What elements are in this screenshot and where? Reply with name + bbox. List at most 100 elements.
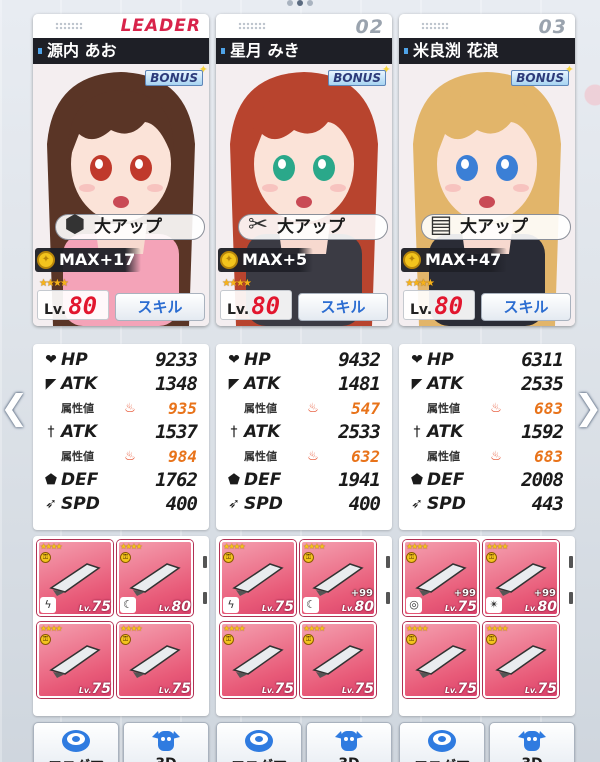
level-value: 80: [251, 292, 281, 320]
enigma-icon: [62, 730, 90, 752]
ability-up-label: 大アップ: [460, 217, 528, 237]
equipment-slot[interactable]: ★★★★ ⚿ Lv.75: [483, 622, 559, 698]
equipment-level: Lv.75: [444, 681, 477, 697]
skill-button[interactable]: スキル: [298, 293, 388, 321]
def-value: 1762: [155, 469, 198, 491]
limit-break-label: ✦ MAX+5: [218, 248, 314, 272]
enigma-label: エニグマ: [34, 756, 118, 762]
drag-handle[interactable]: [238, 22, 266, 30]
party-member-column: LEADER 源内 あお BONUS ✦ ⬢ 大アップ ✦ MAX+17 ★★★…: [33, 14, 209, 762]
limit-break-label: ✦ MAX+17: [35, 248, 142, 272]
mascot-3d-icon: [335, 731, 363, 751]
equipment-slot[interactable]: ★★★★ ⚿ +99 ☾ Lv.80: [300, 540, 376, 616]
equipment-level-value: 75: [171, 681, 191, 697]
slot-label: 02: [355, 16, 384, 38]
sword-icon: †: [413, 424, 421, 440]
equipment-slot[interactable]: ★★★★ ⚿ Lv.75: [220, 622, 296, 698]
equipment-slot[interactable]: ★★★★ ⚿ +99 ✴ Lv.80: [483, 540, 559, 616]
ability-up-pill: ✂ 大アップ: [238, 210, 388, 240]
view-3d-button[interactable]: 3D: [123, 722, 209, 762]
skill-button[interactable]: スキル: [481, 293, 571, 321]
equipment-level-value: 75: [274, 599, 294, 615]
equipment-art-icon: [232, 563, 284, 596]
equipment-slot[interactable]: ★★★★ ⚿ ϟ Lv.75: [220, 540, 296, 616]
rarity-stars-icon: ★★★★: [406, 542, 429, 551]
action-buttons: エニグマ 3D: [216, 722, 392, 762]
melee-attr-label: 属性値: [427, 450, 460, 463]
enigma-button[interactable]: エニグマ: [216, 722, 302, 762]
page-dot-active: [297, 0, 303, 6]
character-card[interactable]: LEADER 源内 あお BONUS ✦ ⬢ 大アップ ✦ MAX+17 ★★★…: [33, 14, 209, 326]
view-3d-label: 3D: [490, 756, 574, 762]
equipment-level-value: 75: [354, 681, 374, 697]
drag-handle[interactable]: [421, 22, 449, 30]
ability-up-label: 大アップ: [277, 217, 345, 237]
equipment-slot[interactable]: ★★★★ ⚿ Lv.75: [300, 622, 376, 698]
character-card[interactable]: 02 星月 みき BONUS ✦ ✂ 大アップ ✦ MAX+5 ★★★★ Lv.…: [216, 14, 392, 326]
character-card[interactable]: 03 米良渕 花浪 BONUS ✦ ▤ 大アップ ✦ MAX+47 ★★★★ L…: [399, 14, 575, 326]
enigma-icon: [428, 730, 456, 752]
equipment-slot[interactable]: ★★★★ ⚿ Lv.75: [403, 622, 479, 698]
stats-panel: ❤ HP 6311 ◤ ATK 2535 属性値 ♨ 683 † ATK 1592 属性値 ♨ 68…: [399, 344, 575, 530]
enigma-button[interactable]: エニグマ: [399, 722, 485, 762]
view-3d-button[interactable]: 3D: [306, 722, 392, 762]
hp-value: 9233: [155, 349, 198, 371]
equipment-level: Lv.75: [524, 681, 557, 697]
level-badge: Lv.80: [37, 290, 109, 320]
rarity-stars-icon: ★★★★: [39, 278, 69, 289]
prev-arrow-icon[interactable]: ❮: [0, 388, 29, 428]
ability-up-pill: ▤ 大アップ: [421, 210, 571, 240]
level-badge: Lv.80: [220, 290, 292, 320]
ranged-atk-label: ATK: [61, 374, 98, 394]
spd-value: 443: [531, 493, 564, 515]
equipment-slot[interactable]: ★★★★ ⚿ +99 ◎ Lv.75: [403, 540, 479, 616]
enigma-label: エニグマ: [400, 756, 484, 762]
view-3d-button[interactable]: 3D: [489, 722, 575, 762]
level-prefix: Lv.: [44, 302, 67, 318]
equipment-slot[interactable]: ★★★★ ⚿ ☾ Lv.80: [117, 540, 193, 616]
equipment-slot[interactable]: ★★★★ ⚿ ϟ Lv.75: [37, 540, 113, 616]
skill-button[interactable]: スキル: [115, 293, 205, 321]
rarity-stars-icon: ★★★★: [405, 278, 435, 289]
ranged-atk-label: ATK: [244, 374, 281, 394]
enhance-plus: +99: [453, 588, 476, 599]
enigma-label: エニグマ: [217, 756, 301, 762]
next-arrow-icon[interactable]: ❯: [574, 388, 600, 428]
equipment-art-icon: [312, 645, 364, 678]
view-3d-label: 3D: [124, 756, 208, 762]
spd-label: SPD: [244, 494, 283, 514]
party-member-column: 03 米良渕 花浪 BONUS ✦ ▤ 大アップ ✦ MAX+47 ★★★★ L…: [399, 14, 575, 762]
equipment-level-value: 80: [354, 599, 374, 615]
star-coin-icon: ✦: [37, 251, 55, 269]
equipment-level: Lv.75: [341, 681, 374, 697]
rarity-stars-icon: ★★★★: [223, 542, 246, 551]
character-name: 源内 あお: [33, 38, 209, 64]
enhance-plus: +99: [533, 588, 556, 599]
star-coin-icon: ✦: [220, 251, 238, 269]
rarity-stars-icon: ★★★★: [120, 542, 143, 551]
ranged-attr-label: 属性値: [427, 402, 460, 415]
rarity-stars-icon: ★★★★: [486, 542, 509, 551]
rarity-stars-icon: ★★★★: [486, 624, 509, 633]
def-value: 2008: [521, 469, 564, 491]
gun-icon: ◤: [411, 376, 423, 392]
equipment-slot[interactable]: ★★★★ ⚿ Lv.75: [37, 622, 113, 698]
page-dot: [307, 0, 313, 6]
level-prefix: Lv.: [227, 302, 250, 318]
drag-handle[interactable]: [55, 22, 83, 30]
spd-label: SPD: [61, 494, 100, 514]
spd-value: 400: [165, 493, 198, 515]
star-coin-icon: ✦: [403, 251, 421, 269]
equipment-slot[interactable]: ★★★★ ⚿ Lv.75: [117, 622, 193, 698]
ranged-attr-label: 属性値: [61, 402, 94, 415]
lightning-icon: ϟ: [40, 597, 56, 613]
enigma-button[interactable]: エニグマ: [33, 722, 119, 762]
enhance-plus: +99: [350, 588, 373, 599]
card-header: 02: [216, 14, 392, 38]
ranged-atk-label: ATK: [427, 374, 464, 394]
max-value: MAX+5: [242, 250, 308, 269]
rarity-stars-icon: ★★★★: [40, 542, 63, 551]
party-member-column: 02 星月 みき BONUS ✦ ✂ 大アップ ✦ MAX+5 ★★★★ Lv.…: [216, 14, 392, 762]
equipment-level-value: 75: [91, 681, 111, 697]
melee-atk-value: 2533: [338, 421, 381, 443]
